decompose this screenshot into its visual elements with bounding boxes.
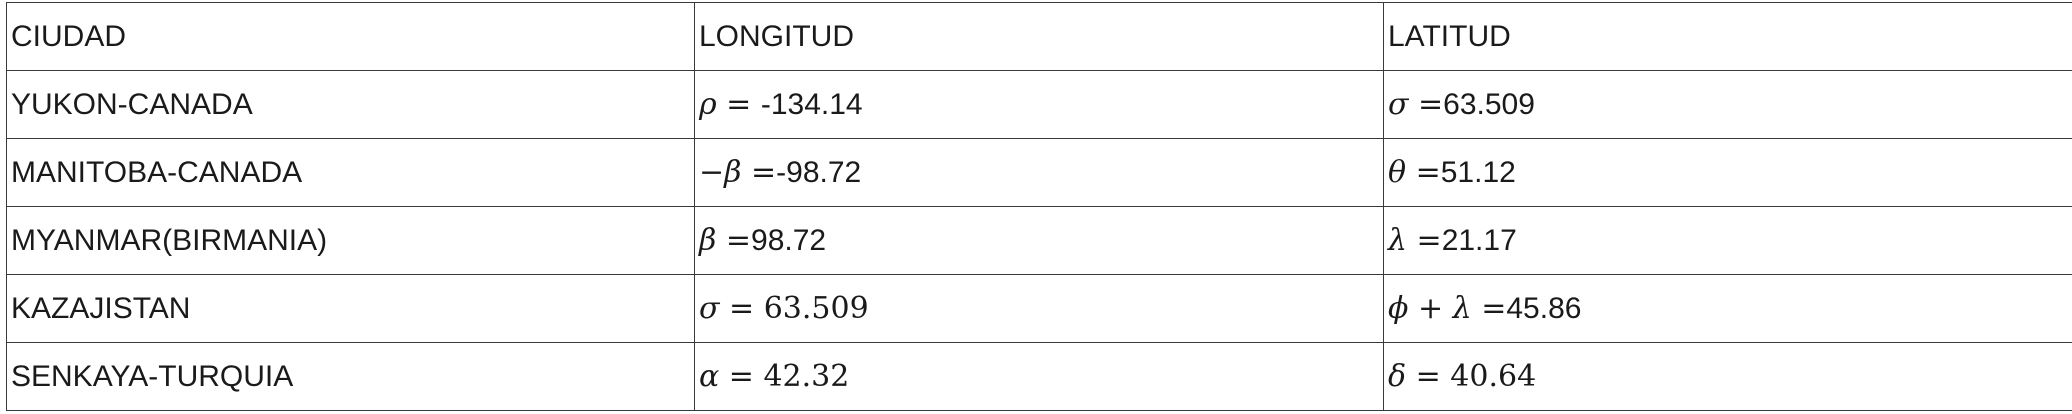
table-row: KAZAJISTAN σ = 63.509 ϕ + λ =45.86 xyxy=(6,274,2072,343)
latitude-value: 40.64 xyxy=(1450,359,1537,394)
longitude-symbol: −β = xyxy=(699,155,777,190)
table-row: YUKON-CANADA ρ = -134.14 σ =63.509 xyxy=(6,70,2072,139)
longitude-symbol: ρ = xyxy=(699,87,761,122)
longitude-value: 98.72 xyxy=(751,224,827,257)
city-cell: MANITOBA-CANADA xyxy=(6,138,695,207)
latitude-value: 63.509 xyxy=(1443,88,1535,121)
latitude-symbol: δ = xyxy=(1388,359,1451,394)
longitude-cell: ρ = -134.14 xyxy=(694,70,1384,139)
city-cell: SENKAYA-TURQUIA xyxy=(6,342,695,411)
longitude-cell: σ = 63.509 xyxy=(694,274,1384,343)
latitude-cell: δ = 40.64 xyxy=(1383,342,2072,411)
latitude-symbol: θ = xyxy=(1388,155,1441,190)
longitude-cell: −β =-98.72 xyxy=(694,138,1384,207)
table-row: SENKAYA-TURQUIA α = 42.32 δ = 40.64 xyxy=(6,342,2072,411)
longitude-cell: β =98.72 xyxy=(694,206,1384,275)
longitude-symbol: σ = xyxy=(699,291,764,326)
longitude-symbol: β = xyxy=(699,223,752,258)
latitude-value: 51.12 xyxy=(1440,156,1516,189)
latitude-symbol: ϕ + λ = xyxy=(1388,291,1507,326)
latitude-value: 21.17 xyxy=(1441,224,1517,257)
city-cell: YUKON-CANADA xyxy=(6,70,695,139)
header-ciudad: CIUDAD xyxy=(6,2,695,71)
latitude-symbol: λ = xyxy=(1388,223,1442,258)
longitude-value: 42.32 xyxy=(763,359,850,394)
city-cell: KAZAJISTAN xyxy=(6,274,695,343)
header-latitud: LATITUD xyxy=(1383,2,2072,71)
latitude-cell: θ =51.12 xyxy=(1383,138,2072,207)
table-row: MYANMAR(BIRMANIA) β =98.72 λ =21.17 xyxy=(6,206,2072,275)
latitude-cell: σ =63.509 xyxy=(1383,70,2072,139)
longitude-value: -134.14 xyxy=(760,88,863,121)
latitude-cell: ϕ + λ =45.86 xyxy=(1383,274,2072,343)
header-row: CIUDAD LONGITUD LATITUD xyxy=(6,2,2072,71)
coordinates-table: CIUDAD LONGITUD LATITUD YUKON-CANADA ρ =… xyxy=(6,2,2072,411)
longitude-value: 63.509 xyxy=(763,291,869,326)
header-longitud: LONGITUD xyxy=(694,2,1384,71)
city-cell: MYANMAR(BIRMANIA) xyxy=(6,206,695,275)
latitude-cell: λ =21.17 xyxy=(1383,206,2072,275)
table-row: MANITOBA-CANADA −β =-98.72 θ =51.12 xyxy=(6,138,2072,207)
longitude-symbol: α = xyxy=(699,359,764,394)
latitude-symbol: σ = xyxy=(1388,87,1444,122)
longitude-cell: α = 42.32 xyxy=(694,342,1384,411)
longitude-value: -98.72 xyxy=(776,156,862,189)
latitude-value: 45.86 xyxy=(1506,292,1582,325)
